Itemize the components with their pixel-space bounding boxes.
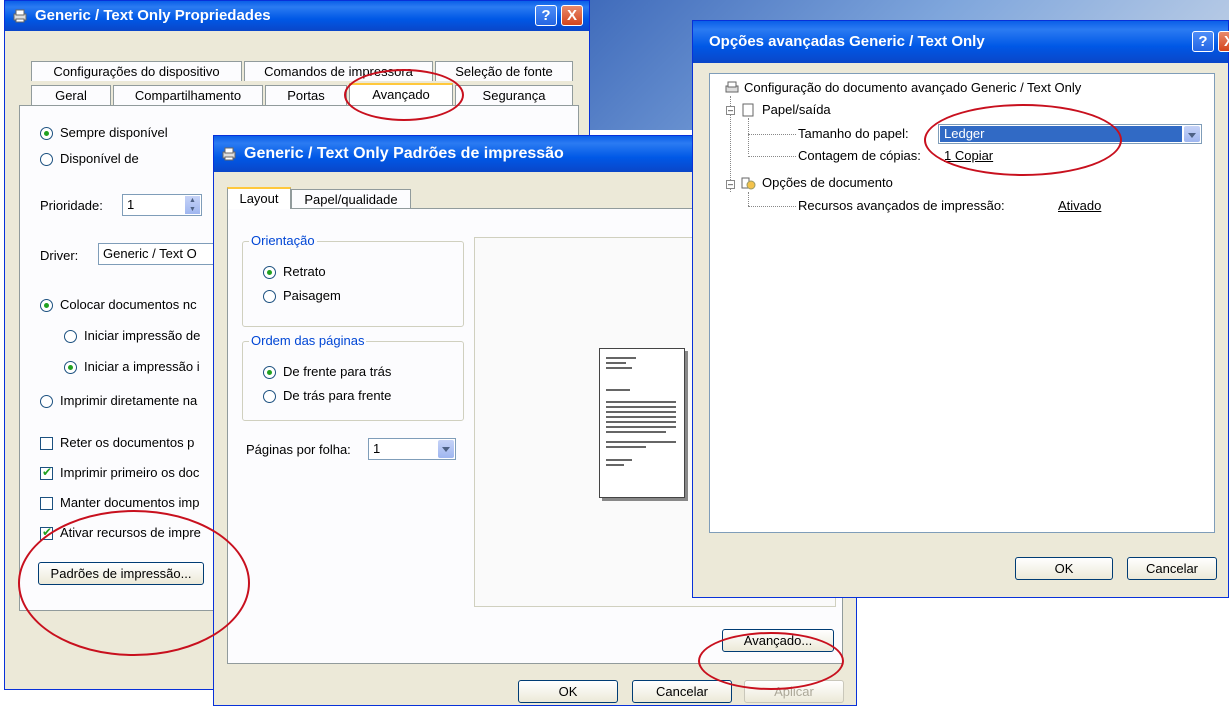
print-spooled-first-label: Imprimir primeiro os doc xyxy=(60,465,200,480)
paper-icon xyxy=(742,103,754,117)
help-button[interactable]: ? xyxy=(1192,31,1214,52)
tab-device-settings[interactable]: Configurações do dispositivo xyxy=(31,61,242,81)
start-after-last-radio[interactable] xyxy=(64,330,77,343)
printer-icon xyxy=(13,9,27,23)
pages-per-sheet-value: 1 xyxy=(373,441,381,456)
properties-title: Generic / Text Only Propriedades xyxy=(35,7,271,24)
start-immediately-radio[interactable] xyxy=(64,361,77,374)
help-button[interactable]: ? xyxy=(535,5,557,26)
driver-value: Generic / Text O xyxy=(103,246,197,261)
spool-radio[interactable] xyxy=(40,299,53,312)
tree-root-label[interactable]: Configuração do documento avançado Gener… xyxy=(744,80,1081,95)
chevron-down-icon[interactable] xyxy=(438,440,454,458)
properties-titlebar[interactable]: Generic / Text Only Propriedades ? X xyxy=(5,1,589,31)
advanced-button[interactable]: Avançado... xyxy=(722,629,834,652)
tab-printer-commands[interactable]: Comandos de impressora xyxy=(244,61,433,81)
document-options-label[interactable]: Opções de documento xyxy=(762,175,893,190)
spool-label: Colocar documentos nc xyxy=(60,297,197,312)
back-to-front-radio[interactable] xyxy=(263,390,276,403)
printing-defaults-title: Generic / Text Only Padrões de impressão xyxy=(244,145,564,162)
document-options-icon xyxy=(741,177,756,190)
enable-advanced-checkbox[interactable] xyxy=(40,525,53,540)
paper-output-label[interactable]: Papel/saída xyxy=(762,102,831,117)
priority-label: Prioridade: xyxy=(40,198,103,213)
tab-general[interactable]: Geral xyxy=(31,85,111,105)
close-button[interactable]: X xyxy=(561,5,583,26)
print-direct-label: Imprimir diretamente na xyxy=(60,393,198,408)
copy-count-value[interactable]: 1 Copiar xyxy=(944,148,993,163)
collapse-icon[interactable]: – xyxy=(726,106,735,115)
front-to-back-radio[interactable] xyxy=(263,366,276,379)
close-button[interactable]: X xyxy=(1218,31,1229,52)
priority-value: 1 xyxy=(127,197,135,212)
spin-buttons[interactable]: ▲ ▼ xyxy=(185,196,200,214)
advanced-options-titlebar[interactable]: Opções avançadas Generic / Text Only ? X xyxy=(693,21,1229,63)
tree-line xyxy=(748,192,749,206)
tree-line xyxy=(748,118,749,154)
tree-line xyxy=(748,134,796,135)
orientation-group: Orientação Retrato Paisagem xyxy=(242,233,464,327)
page-order-group: Ordem das páginas De frente para trás De… xyxy=(242,333,464,421)
printer-icon xyxy=(725,81,739,93)
tab-paper-quality[interactable]: Papel/qualidade xyxy=(291,189,411,209)
defaults-apply-button[interactable]: Aplicar xyxy=(744,680,844,703)
available-from-label: Disponível de xyxy=(60,151,139,166)
advanced-ok-button[interactable]: OK xyxy=(1015,557,1113,580)
hold-mismatched-checkbox[interactable] xyxy=(40,437,53,450)
tab-security[interactable]: Segurança xyxy=(455,85,573,105)
tree-line xyxy=(748,156,796,157)
always-available-label: Sempre disponível xyxy=(60,125,168,140)
pages-per-sheet-select[interactable]: 1 xyxy=(368,438,456,460)
advanced-options-window: Opções avançadas Generic / Text Only ? X… xyxy=(692,20,1229,598)
driver-label: Driver: xyxy=(40,248,79,263)
tab-advanced[interactable]: Avançado xyxy=(349,83,453,105)
portrait-radio[interactable] xyxy=(263,266,276,279)
copy-count-label: Contagem de cópias: xyxy=(798,148,921,163)
paper-size-select[interactable]: Ledger xyxy=(938,124,1202,144)
landscape-radio[interactable] xyxy=(263,290,276,303)
hold-mismatched-label: Reter os documentos p xyxy=(60,435,195,450)
print-direct-radio[interactable] xyxy=(40,395,53,408)
orientation-group-title: Orientação xyxy=(249,233,317,248)
printer-icon xyxy=(222,147,236,161)
chevron-down-icon[interactable] xyxy=(1184,126,1200,142)
landscape-label: Paisagem xyxy=(283,288,341,303)
options-tree: Configuração do documento avançado Gener… xyxy=(709,73,1215,533)
print-spooled-first-checkbox[interactable] xyxy=(40,465,53,480)
always-available-radio[interactable] xyxy=(40,127,53,140)
priority-spinner[interactable]: 1 ▲ ▼ xyxy=(122,194,202,216)
advanced-features-label: Recursos avançados de impressão: xyxy=(798,198,1005,213)
tree-line xyxy=(748,206,796,207)
start-after-last-label: Iniciar impressão de xyxy=(84,328,201,343)
tab-layout[interactable]: Layout xyxy=(227,187,291,209)
portrait-label: Retrato xyxy=(283,264,326,279)
tab-sharing[interactable]: Compartilhamento xyxy=(113,85,263,105)
defaults-ok-button[interactable]: OK xyxy=(518,680,618,703)
start-immediately-label: Iniciar a impressão i xyxy=(84,359,200,374)
page-preview-image xyxy=(599,348,685,498)
defaults-cancel-button[interactable]: Cancelar xyxy=(632,680,732,703)
advanced-options-title: Opções avançadas Generic / Text Only xyxy=(709,33,985,50)
keep-printed-checkbox[interactable] xyxy=(40,497,53,510)
collapse-icon[interactable]: – xyxy=(726,180,735,189)
page-order-group-title: Ordem das páginas xyxy=(249,333,367,348)
advanced-features-value[interactable]: Ativado xyxy=(1058,198,1101,213)
tab-ports[interactable]: Portas xyxy=(265,85,347,105)
available-from-radio[interactable] xyxy=(40,153,53,166)
back-to-front-label: De trás para frente xyxy=(283,388,392,403)
pages-per-sheet-label: Páginas por folha: xyxy=(246,442,351,457)
enable-advanced-label: Ativar recursos de impre xyxy=(60,525,201,540)
paper-size-label: Tamanho do papel: xyxy=(798,126,909,141)
printing-defaults-button[interactable]: Padrões de impressão... xyxy=(38,562,204,585)
keep-printed-label: Manter documentos imp xyxy=(60,495,200,510)
tab-font-selection[interactable]: Seleção de fonte xyxy=(435,61,573,81)
advanced-cancel-button[interactable]: Cancelar xyxy=(1127,557,1217,580)
front-to-back-label: De frente para trás xyxy=(283,364,392,379)
paper-size-value: Ledger xyxy=(940,126,1182,142)
